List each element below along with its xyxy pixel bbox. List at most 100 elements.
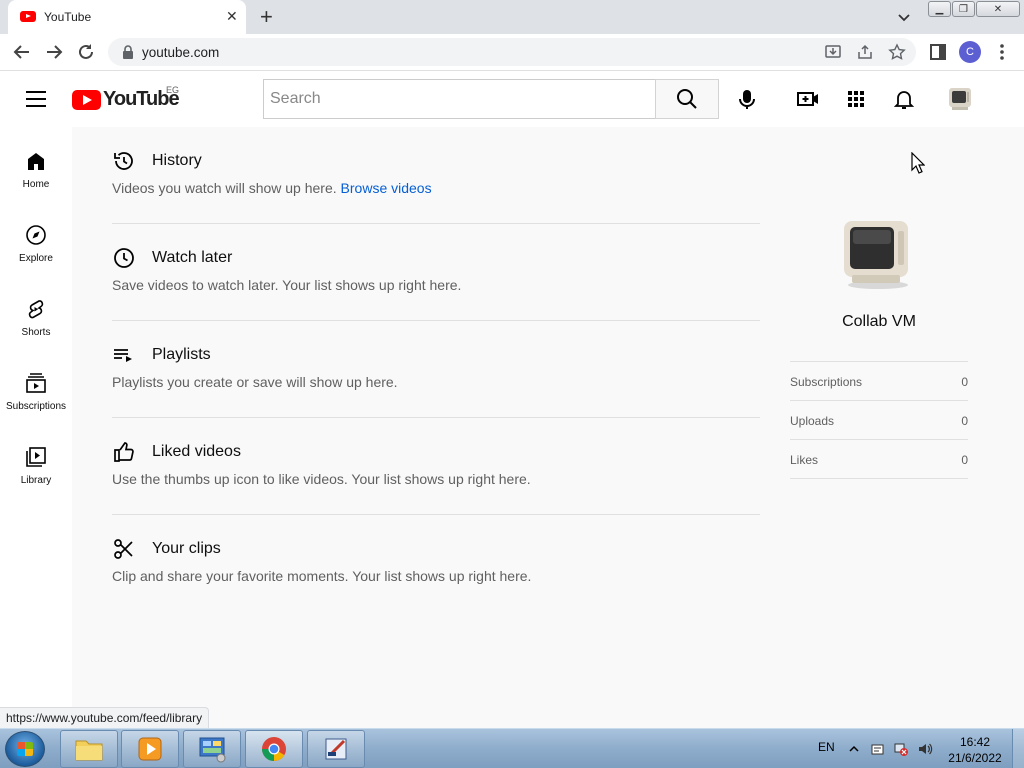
guide-item-home[interactable]: Home	[0, 127, 72, 201]
clock-time: 16:42	[959, 735, 991, 749]
forward-arrow-icon[interactable]	[44, 42, 64, 62]
restore-button[interactable]: ❐	[952, 1, 975, 17]
action-center-flag-icon[interactable]	[870, 741, 886, 757]
scissors-icon[interactable]	[112, 537, 136, 561]
language-indicator[interactable]: EN	[818, 740, 835, 754]
taskbar-app[interactable]	[307, 730, 365, 768]
section-description: Save videos to watch later. Your list sh…	[112, 277, 462, 293]
youtube-header: YouTube EG	[0, 71, 1024, 127]
browser-tab-youtube[interactable]: YouTube ✕	[8, 0, 246, 34]
lock-icon[interactable]	[122, 45, 134, 59]
create-video-icon[interactable]	[796, 87, 820, 111]
microphone-icon[interactable]	[735, 87, 759, 111]
show-hidden-icons-icon[interactable]	[846, 741, 862, 757]
clock-icon[interactable]	[112, 246, 136, 270]
browser-menu-icon[interactable]	[994, 42, 1010, 62]
section-title[interactable]: Your clips	[152, 540, 221, 558]
thumbs-up-icon[interactable]	[112, 440, 136, 464]
taskbar-chrome[interactable]	[245, 730, 303, 768]
guide-item-shorts[interactable]: Shorts	[0, 275, 72, 349]
shorts-icon	[28, 300, 44, 319]
section-your-clips: Your clips Clip and share your favorite …	[112, 515, 760, 612]
chrome-icon	[262, 737, 286, 761]
show-desktop-button[interactable]	[1012, 729, 1024, 768]
media-player-icon	[138, 737, 162, 761]
guide-item-library[interactable]: Library	[0, 423, 72, 497]
browser-titlebar: YouTube ✕ + ▁ ❐ ✕	[0, 0, 1024, 34]
close-window-button[interactable]: ✕	[976, 1, 1020, 17]
stat-label: Uploads	[790, 414, 835, 428]
section-description: Clip and share your favorite moments. Yo…	[112, 568, 532, 584]
clock-date: 21/6/2022	[948, 751, 1002, 765]
browser-toolbar: youtube.com C	[0, 34, 1024, 71]
profile-avatar[interactable]: C	[959, 41, 981, 63]
taskbar-media-player[interactable]	[121, 730, 179, 768]
section-title[interactable]: Watch later	[152, 249, 232, 267]
section-liked-videos: Liked videos Use the thumbs up icon to l…	[112, 418, 760, 515]
side-panel-icon[interactable]	[928, 42, 948, 62]
library-icon	[26, 447, 46, 467]
share-icon[interactable]	[856, 43, 874, 61]
apps-grid-icon[interactable]	[844, 87, 868, 111]
taskbar-explorer[interactable]	[60, 730, 118, 768]
url-text[interactable]: youtube.com	[142, 45, 219, 60]
channel-stats: Subscriptions 0 Uploads 0 Likes 0	[790, 361, 968, 479]
mouse-cursor-icon	[911, 152, 925, 174]
system-clock[interactable]: 16:42 21/6/2022	[944, 734, 1006, 766]
stat-label: Likes	[790, 453, 819, 467]
search-box	[263, 79, 656, 119]
history-icon[interactable]	[112, 149, 136, 173]
stat-value: 0	[961, 375, 968, 389]
compass-icon	[26, 225, 46, 245]
network-error-icon[interactable]	[893, 741, 909, 757]
notifications-bell-icon[interactable]	[892, 87, 916, 111]
address-bar[interactable]: youtube.com	[108, 38, 916, 66]
user-avatar-icon[interactable]	[946, 85, 974, 113]
guide-item-label: Library	[20, 475, 52, 486]
section-title[interactable]: History	[152, 152, 202, 170]
stat-row-uploads: Uploads 0	[790, 401, 968, 440]
channel-avatar-icon[interactable]	[838, 217, 918, 291]
hamburger-menu-icon[interactable]	[26, 90, 46, 108]
guide-item-explore[interactable]: Explore	[0, 201, 72, 275]
new-tab-button[interactable]: +	[260, 6, 273, 28]
reload-icon[interactable]	[76, 42, 96, 62]
section-title[interactable]: Liked videos	[152, 443, 241, 461]
start-button[interactable]	[5, 731, 45, 767]
library-page: History Videos you watch will show up he…	[72, 127, 1024, 728]
link-status-bubble: https://www.youtube.com/feed/library	[0, 707, 210, 728]
youtube-favicon-icon	[20, 11, 36, 22]
back-arrow-icon[interactable]	[12, 42, 32, 62]
search-icon	[677, 89, 697, 109]
minimize-button[interactable]: ▁	[928, 1, 951, 17]
guide-item-subscriptions[interactable]: Subscriptions	[0, 349, 72, 423]
browse-videos-link[interactable]: Browse videos	[341, 180, 432, 196]
section-description: Videos you watch will show up here. Brow…	[112, 180, 432, 196]
section-description: Playlists you create or save will show u…	[112, 374, 398, 390]
mini-guide: Home Explore Shorts Subscriptions Librar…	[0, 127, 72, 728]
stat-value: 0	[961, 453, 968, 467]
window-controls: ▁ ❐ ✕	[928, 1, 1021, 17]
search-input[interactable]	[264, 80, 656, 118]
taskbar-control-panel[interactable]	[183, 730, 241, 768]
country-code: EG	[166, 85, 180, 95]
bookmark-star-icon[interactable]	[888, 43, 906, 61]
volume-icon[interactable]	[917, 741, 933, 757]
history-description-text: Videos you watch will show up here.	[112, 180, 337, 196]
guide-item-label: Shorts	[21, 327, 51, 338]
section-description: Use the thumbs up icon to like videos. Y…	[112, 471, 531, 487]
windows-taskbar: EN 16:42 21/6/2022	[0, 728, 1024, 768]
youtube-logo[interactable]: YouTube	[72, 88, 180, 111]
section-history: History Videos you watch will show up he…	[112, 127, 760, 224]
tab-search-chevron-icon[interactable]	[896, 9, 912, 25]
tab-close-icon[interactable]: ✕	[226, 8, 238, 24]
playlist-icon[interactable]	[112, 343, 136, 367]
stat-row-likes: Likes 0	[790, 440, 968, 479]
stat-label: Subscriptions	[790, 375, 863, 389]
search-button[interactable]	[655, 79, 719, 119]
youtube-play-logo-icon	[72, 89, 101, 110]
install-app-icon[interactable]	[824, 43, 842, 61]
folder-icon	[75, 740, 103, 761]
stat-value: 0	[961, 414, 968, 428]
section-title[interactable]: Playlists	[152, 346, 211, 364]
